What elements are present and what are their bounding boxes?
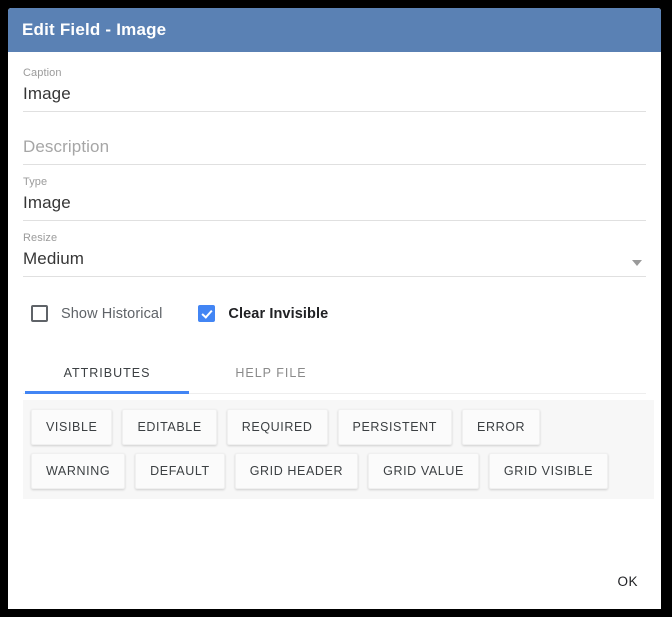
dialog-body: Caption Image Description Type Image Res… xyxy=(8,52,661,499)
caption-input[interactable]: Image xyxy=(23,81,646,107)
tab-help-file[interactable]: HELP FILE xyxy=(189,356,353,393)
attribute-chip-visible[interactable]: VISIBLE xyxy=(31,409,113,445)
attribute-chip-grid-header[interactable]: GRID HEADER xyxy=(234,453,359,489)
attribute-chip-warning[interactable]: WARNING xyxy=(31,453,126,489)
checkbox-clear-invisible-box[interactable] xyxy=(198,305,216,322)
dialog-title: Edit Field - Image xyxy=(22,20,167,39)
type-field[interactable]: Type Image xyxy=(23,175,646,221)
edit-field-dialog: Edit Field - Image Caption Image Descrip… xyxy=(8,8,661,609)
tab-attributes[interactable]: ATTRIBUTES xyxy=(25,356,189,394)
checkbox-clear-invisible[interactable]: Clear Invisible xyxy=(198,305,328,322)
description-field[interactable]: Description xyxy=(23,134,646,165)
attribute-chip-grid-visible[interactable]: GRID VISIBLE xyxy=(488,453,609,489)
checkbox-show-historical-label: Show Historical xyxy=(61,305,163,322)
attribute-chip-row: VISIBLE EDITABLE REQUIRED PERSISTENT ERR… xyxy=(31,409,646,445)
ok-button[interactable]: OK xyxy=(609,568,646,595)
dialog-titlebar: Edit Field - Image xyxy=(8,8,661,52)
attributes-panel: VISIBLE EDITABLE REQUIRED PERSISTENT ERR… xyxy=(23,400,654,499)
attribute-chip-row: WARNING DEFAULT GRID HEADER GRID VALUE G… xyxy=(31,453,646,489)
type-label: Type xyxy=(23,176,48,188)
resize-select-value[interactable]: Medium xyxy=(23,246,646,272)
tab-bar: ATTRIBUTES HELP FILE xyxy=(23,356,646,394)
attribute-chip-editable[interactable]: EDITABLE xyxy=(122,409,217,445)
attribute-chip-error[interactable]: ERROR xyxy=(462,409,541,445)
caption-field[interactable]: Caption Image xyxy=(23,66,646,112)
attribute-chip-required[interactable]: REQUIRED xyxy=(226,409,328,445)
description-input[interactable]: Description xyxy=(23,134,646,160)
checkbox-show-historical-box[interactable] xyxy=(31,305,48,322)
resize-label: Resize xyxy=(23,232,58,244)
attribute-chip-persistent[interactable]: PERSISTENT xyxy=(337,409,453,445)
resize-field[interactable]: Resize Medium xyxy=(23,231,646,277)
attribute-chip-grid-value[interactable]: GRID VALUE xyxy=(368,453,479,489)
checkbox-clear-invisible-label: Clear Invisible xyxy=(228,305,329,322)
type-input[interactable]: Image xyxy=(23,190,646,216)
dialog-footer: OK xyxy=(609,568,646,595)
checkbox-row: Show Historical Clear Invisible xyxy=(23,305,646,322)
caption-label: Caption xyxy=(23,67,62,79)
checkbox-show-historical[interactable]: Show Historical xyxy=(31,305,162,322)
chevron-down-icon[interactable] xyxy=(632,260,642,266)
attribute-chip-default[interactable]: DEFAULT xyxy=(135,453,225,489)
